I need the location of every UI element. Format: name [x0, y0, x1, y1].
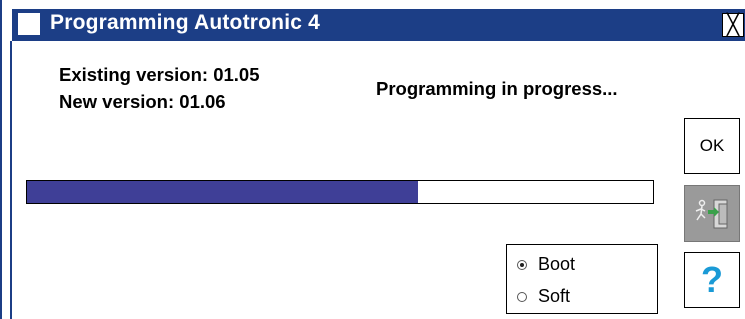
title-bar[interactable]: Programming Autotronic 4 ╳ — [2, 0, 745, 41]
radio-soft[interactable]: Soft — [517, 286, 570, 307]
exit-door-icon — [695, 199, 728, 228]
help-button[interactable]: ? — [684, 252, 740, 308]
ok-button[interactable]: OK — [684, 118, 740, 174]
new-version-label: New version: 01.06 — [59, 91, 226, 112]
radio-boot[interactable]: Boot — [517, 254, 575, 275]
window-icon — [18, 13, 40, 35]
radio-soft-label: Soft — [538, 286, 571, 306]
radio-checked-icon — [517, 259, 527, 270]
close-button[interactable]: ╳ — [722, 13, 744, 37]
progress-fill — [27, 181, 419, 203]
exit-button[interactable] — [684, 185, 740, 242]
programming-dialog: Programming Autotronic 4 ╳ Existing vers… — [0, 0, 745, 319]
radio-boot-label: Boot — [538, 254, 576, 274]
status-text: Programming in progress... — [376, 78, 618, 99]
mode-selector: Boot Soft — [506, 244, 658, 314]
radio-unchecked-icon — [517, 291, 527, 302]
existing-version-label: Existing version: 01.05 — [59, 64, 260, 85]
window-title: Programming Autotronic 4 — [50, 11, 321, 34]
progress-bar — [26, 180, 654, 204]
close-icon: ╳ — [726, 14, 740, 36]
